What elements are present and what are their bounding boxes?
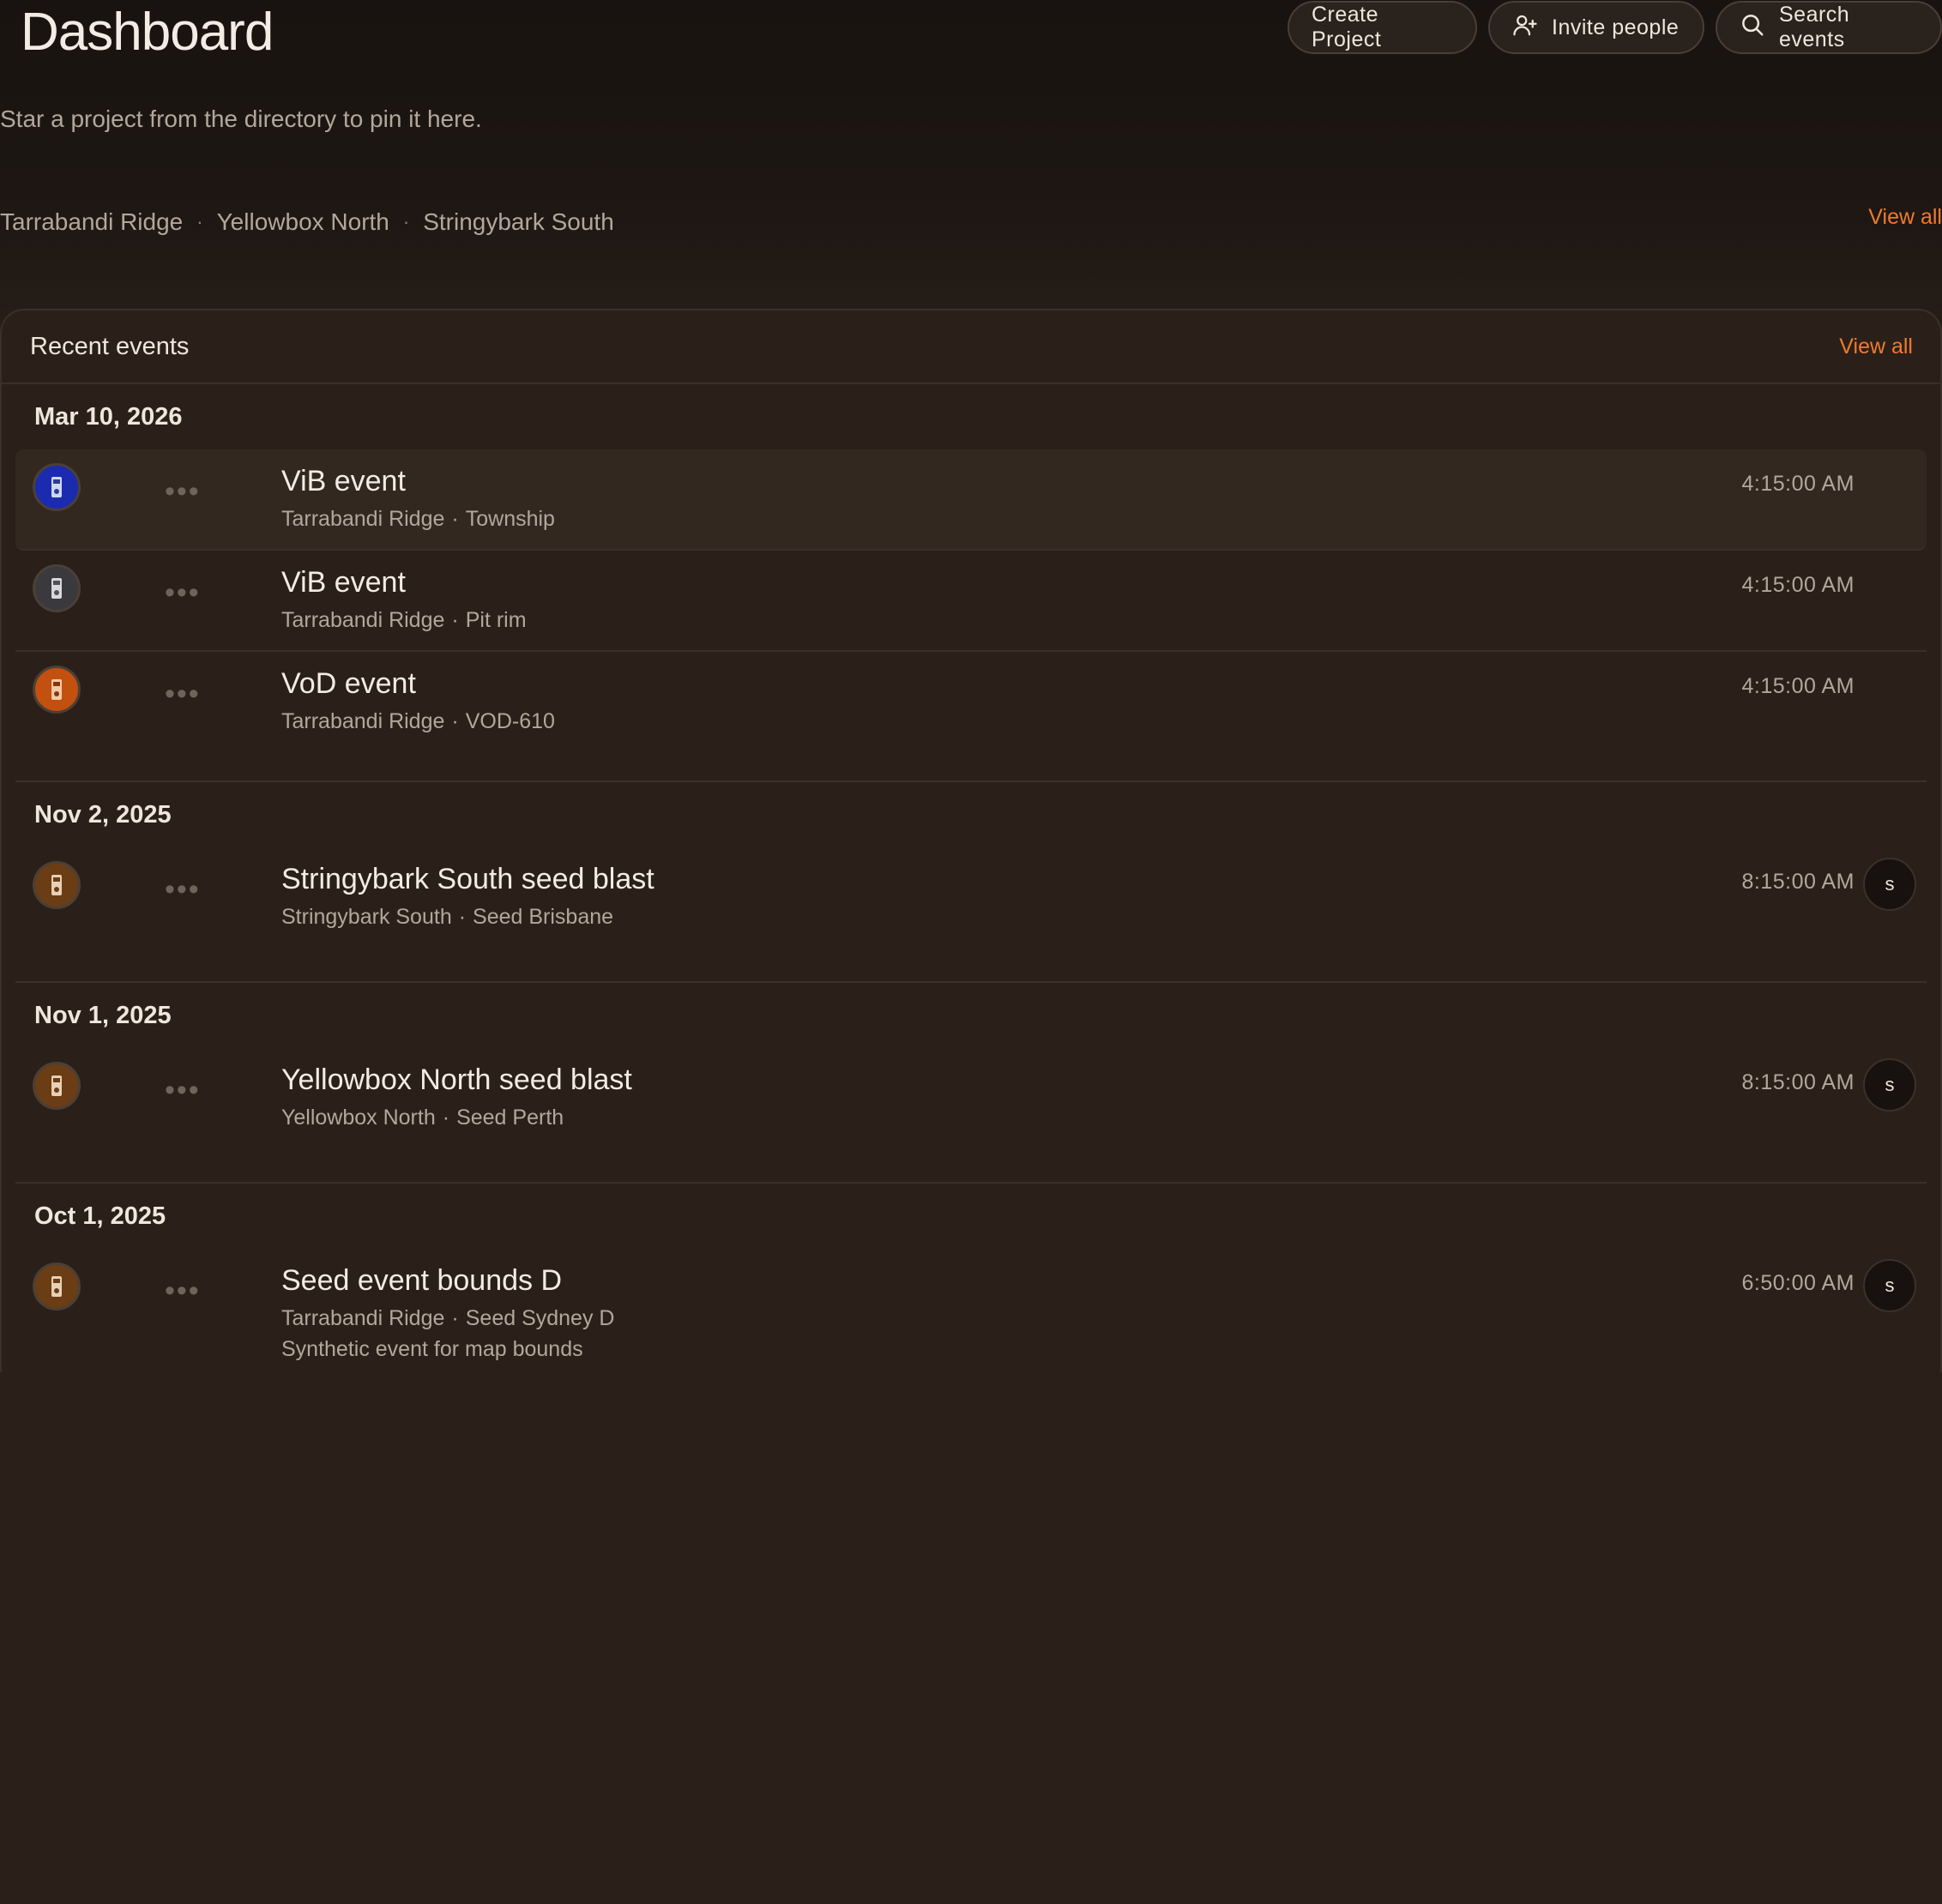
event-row[interactable]: ••• Stringybark South seed blast Stringy… <box>15 847 1927 981</box>
event-project: Tarrabandi Ridge <box>281 709 445 733</box>
event-title: Seed event bounds D <box>281 1264 563 1297</box>
more-options-button[interactable]: ••• <box>165 875 201 904</box>
avatar[interactable]: s <box>1863 858 1916 911</box>
pinned-project-link[interactable]: Stringybark South <box>423 208 614 236</box>
event-location: VOD-610 <box>465 709 555 733</box>
event-row[interactable]: ••• Seed event bounds D Tarrabandi Ridge… <box>15 1249 1927 1372</box>
separator: · <box>442 1106 450 1130</box>
pinned-view-all-link[interactable]: View all <box>1868 205 1942 230</box>
device-blue-icon <box>33 463 81 511</box>
event-subtitle: Tarrabandi Ridge · Pit rim <box>281 608 527 633</box>
recent-events-card: Recent events View all Mar 10, 2026 ••• … <box>0 309 1942 1372</box>
user-plus-icon <box>1512 12 1538 44</box>
separator: · <box>402 211 410 232</box>
device-brown-icon <box>33 1262 81 1311</box>
event-location: Township <box>465 507 555 531</box>
device-brown-icon <box>33 861 81 909</box>
event-time: 4:15:00 AM <box>1741 674 1855 698</box>
recent-events-header: Recent events View all <box>2 310 1940 384</box>
event-subtitle: Tarrabandi Ridge · VOD-610 <box>281 709 555 734</box>
group-date: Mar 10, 2026 <box>34 402 183 431</box>
dashboard-page: Dashboard Create Project Invite people S… <box>0 0 1942 1904</box>
pinned-project-link[interactable]: Yellowbox North <box>217 208 389 236</box>
event-project: Tarrabandi Ridge <box>281 1306 445 1330</box>
event-time: 4:15:00 AM <box>1741 472 1855 496</box>
event-title: VoD event <box>281 667 416 700</box>
event-row[interactable]: ••• VoD event Tarrabandi Ridge · VOD-610 4… <box>15 652 1927 780</box>
device-brown-icon <box>33 1062 81 1110</box>
search-events-button[interactable]: Search events <box>1716 1 1942 54</box>
device-grey-icon <box>33 564 81 612</box>
separator: · <box>451 608 459 632</box>
separator: · <box>451 1306 459 1330</box>
event-time: 8:15:00 AM <box>1741 1070 1855 1094</box>
recent-events-view-all-link[interactable]: View all <box>1839 334 1913 359</box>
event-title: Yellowbox North seed blast <box>281 1063 632 1096</box>
separator: · <box>458 905 467 929</box>
event-subtitle: Yellowbox North · Seed Perth <box>281 1106 564 1130</box>
recent-events-title: Recent events <box>30 332 190 360</box>
avatar[interactable]: s <box>1863 1058 1916 1112</box>
more-options-button[interactable]: ••• <box>165 1276 201 1305</box>
group-date: Nov 1, 2025 <box>34 1001 172 1029</box>
event-subtitle: Tarrabandi Ridge · Seed Sydney D <box>281 1306 614 1331</box>
create-project-button[interactable]: Create Project <box>1288 1 1477 54</box>
device-orange-icon <box>33 666 81 714</box>
search-icon <box>1740 12 1765 44</box>
separator: · <box>451 507 459 531</box>
event-location: Seed Perth <box>456 1106 564 1130</box>
pinned-project-link[interactable]: Tarrabandi Ridge <box>0 208 183 236</box>
event-row[interactable]: ••• ViB event Tarrabandi Ridge · Pit rim 4… <box>15 551 1927 652</box>
event-location: Pit rim <box>465 608 527 632</box>
event-title: Stringybark South seed blast <box>281 863 654 895</box>
event-date-group: Nov 2, 2025 ••• Stringybark South seed b… <box>15 782 1927 983</box>
event-row[interactable]: ••• ViB event Tarrabandi Ridge · Township … <box>15 449 1927 551</box>
page-title: Dashboard <box>21 3 274 62</box>
more-options-button[interactable]: ••• <box>165 679 201 708</box>
event-date-group: Mar 10, 2026 ••• ViB event Tarrabandi Ri… <box>15 384 1927 782</box>
pinned-projects: Tarrabandi Ridge · Yellowbox North · Str… <box>0 208 614 236</box>
event-title: ViB event <box>281 465 406 497</box>
create-project-label: Create Project <box>1312 3 1382 51</box>
event-location: Seed Brisbane <box>473 905 614 929</box>
group-date: Nov 2, 2025 <box>34 800 172 828</box>
event-location: Seed Sydney D <box>465 1306 615 1330</box>
event-project: Stringybark South <box>281 905 452 929</box>
event-row[interactable]: ••• Yellowbox North seed blast Yellowbox… <box>15 1048 1927 1182</box>
event-time: 4:15:00 AM <box>1741 573 1855 597</box>
event-description: Synthetic event for map bounds <box>281 1337 583 1361</box>
separator: · <box>196 211 203 232</box>
invite-people-label: Invite people <box>1552 15 1680 39</box>
event-project: Yellowbox North <box>281 1106 436 1130</box>
separator: · <box>451 709 459 733</box>
event-project: Tarrabandi Ridge <box>281 608 445 632</box>
more-options-button[interactable]: ••• <box>165 578 201 607</box>
event-time: 6:50:00 AM <box>1741 1271 1855 1295</box>
header-actions: Create Project Invite people Search even… <box>1288 1 1942 54</box>
event-time: 8:15:00 AM <box>1741 870 1855 894</box>
search-events-label: Search events <box>1779 3 1850 51</box>
event-subtitle: Tarrabandi Ridge · Township <box>281 507 555 532</box>
avatar[interactable]: s <box>1863 1259 1916 1312</box>
event-project: Tarrabandi Ridge <box>281 507 445 531</box>
event-title: ViB event <box>281 566 406 599</box>
invite-people-button[interactable]: Invite people <box>1488 1 1704 54</box>
pinned-hint: Star a project from the directory to pin… <box>0 105 482 132</box>
event-date-group: Nov 1, 2025 ••• Yellowbox North seed bla… <box>15 983 1927 1184</box>
more-options-button[interactable]: ••• <box>165 1076 201 1105</box>
more-options-button[interactable]: ••• <box>165 477 201 506</box>
event-subtitle: Stringybark South · Seed Brisbane <box>281 905 613 930</box>
group-date: Oct 1, 2025 <box>34 1202 166 1230</box>
event-date-group: Oct 1, 2025 ••• Seed event bounds D Tarr… <box>15 1184 1927 1372</box>
